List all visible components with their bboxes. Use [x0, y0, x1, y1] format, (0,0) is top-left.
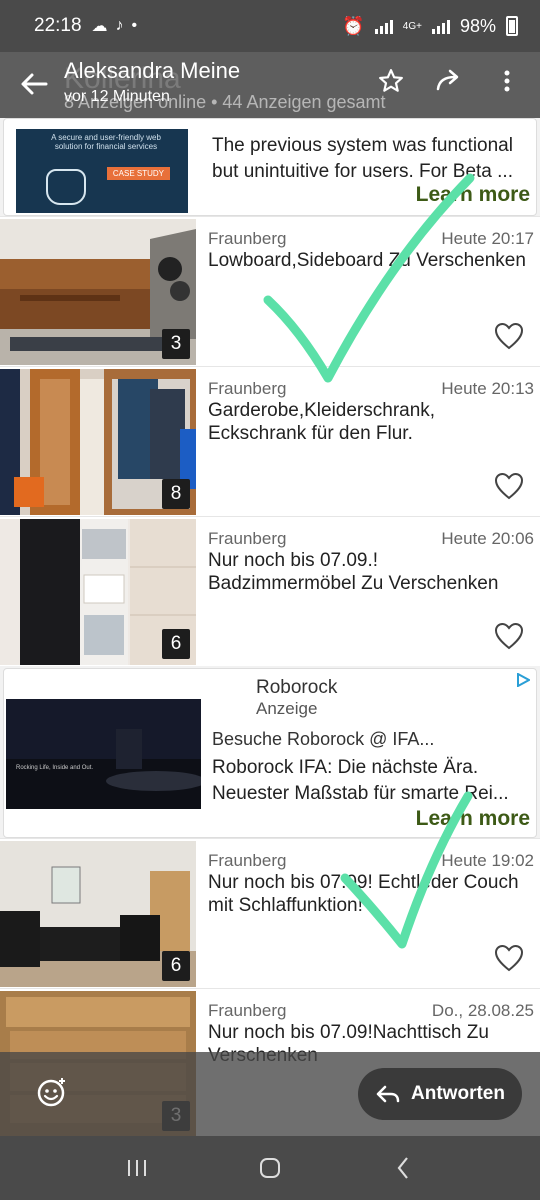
- learn-more-link[interactable]: Learn more: [416, 807, 530, 831]
- photo-count: 8: [162, 479, 190, 509]
- listing-feed[interactable]: A secure and user-friendly web solution …: [0, 118, 540, 1136]
- heart-icon[interactable]: [494, 944, 524, 972]
- listing-title: Nur noch bis 07.09! Echtleder Couch mit …: [208, 872, 519, 916]
- reply-button[interactable]: Antworten: [358, 1068, 522, 1120]
- reply-bar: Antworten: [0, 1052, 540, 1136]
- system-nav-bar: [0, 1136, 540, 1200]
- ad-image: A secure and user-friendly web solution …: [16, 129, 188, 213]
- heart-icon[interactable]: [494, 472, 524, 500]
- ad-image-tag: CASE STUDY: [106, 167, 170, 180]
- photo-count: 3: [162, 329, 190, 359]
- ad-text: The previous system was functional but u…: [212, 135, 513, 182]
- listing-location: Fraunberg: [208, 229, 287, 248]
- listing-photo: 6: [0, 519, 196, 665]
- heart-icon[interactable]: [494, 322, 524, 350]
- reply-arrow-icon: [376, 1085, 400, 1103]
- battery-percent: 98%: [459, 15, 496, 36]
- listing-item[interactable]: 8 Fraunberg Heute 20:13 Garderobe,Kleide…: [0, 366, 540, 516]
- dot-icon: •: [131, 17, 138, 34]
- learn-more-link[interactable]: Learn more: [416, 183, 530, 207]
- sponsored-ad-card[interactable]: Rocking Life, Inside and Out. Roborock A…: [3, 668, 537, 838]
- more-vert-icon[interactable]: [492, 66, 522, 96]
- heart-icon[interactable]: [494, 622, 524, 650]
- ad-image-text: Rocking Life, Inside and Out.: [16, 765, 93, 771]
- tiktok-icon: ♪: [115, 17, 124, 34]
- adchoices-icon[interactable]: [516, 673, 530, 687]
- listing-date: Heute 20:17: [441, 229, 534, 248]
- listing-item[interactable]: 3 Fraunberg Heute 20:17 Lowboard,Sideboa…: [0, 216, 540, 366]
- emoji-icon[interactable]: [36, 1076, 68, 1108]
- listing-date: Heute 19:02: [441, 851, 534, 870]
- battery-icon: [506, 16, 518, 36]
- listing-location: Fraunberg: [208, 851, 287, 870]
- photo-count: 6: [162, 629, 190, 659]
- cloud-icon: ☁: [91, 18, 108, 35]
- listing-photo: 6: [0, 841, 196, 987]
- clock: 22:18: [34, 15, 82, 36]
- recent-apps-icon[interactable]: [117, 1148, 157, 1188]
- listing-item[interactable]: 6 Fraunberg Heute 20:06 Nur noch bis 07.…: [0, 516, 540, 666]
- ad-image-title: A secure and user-friendly web solution …: [51, 133, 161, 151]
- reply-button-label: Antworten: [411, 1083, 505, 1104]
- ad-brand: Roborock: [256, 677, 338, 698]
- ad-headline: Besuche Roborock @ IFA...: [212, 729, 435, 749]
- listing-location: Fraunberg: [208, 379, 287, 398]
- ad-sponsored-label: Anzeige: [256, 699, 318, 718]
- photo-count: 6: [162, 951, 190, 981]
- money-bag-icon: [46, 169, 86, 205]
- ad-image: Rocking Life, Inside and Out.: [6, 699, 201, 809]
- page-subtitle: vor 12 Minuten: [64, 88, 170, 105]
- star-icon[interactable]: [376, 66, 406, 96]
- app-header: Kollerina 8 Anzeigen online • 44 Anzeige…: [0, 52, 540, 118]
- page-title: Aleksandra Meine: [64, 58, 241, 83]
- listing-title: Lowboard,Sideboard Zu Verschenken: [208, 250, 526, 271]
- listing-photo: 3: [0, 219, 196, 365]
- status-bar: 22:18 ☁ ♪ • ⏰ 4G+ 98%: [0, 0, 540, 52]
- network-type: 4G+: [402, 20, 422, 32]
- home-icon[interactable]: [250, 1148, 290, 1188]
- listing-photo: 8: [0, 369, 196, 515]
- cell-signal-icon: [431, 18, 450, 34]
- listing-date: Heute 20:13: [441, 379, 534, 398]
- listing-item[interactable]: 6 Fraunberg Heute 19:02 Nur noch bis 07.…: [0, 838, 540, 988]
- listing-location: Fraunberg: [208, 529, 287, 548]
- back-nav-icon[interactable]: [383, 1148, 423, 1188]
- back-arrow-icon[interactable]: [16, 66, 52, 102]
- listing-location: Fraunberg: [208, 1001, 287, 1020]
- listing-title: Nur noch bis 07.09.! Badzimmermöbel Zu V…: [208, 550, 499, 594]
- listing-date: Do., 28.08.25: [431, 1001, 534, 1020]
- listing-title: Garderobe,Kleiderschrank, Eckschrank für…: [208, 400, 436, 444]
- alarm-icon: ⏰: [342, 15, 365, 36]
- share-icon[interactable]: [434, 66, 464, 96]
- listing-date: Heute 20:06: [441, 529, 534, 548]
- sponsored-ad-card[interactable]: A secure and user-friendly web solution …: [3, 118, 537, 216]
- wifi-signal-icon: [374, 18, 393, 34]
- ad-body: Roborock IFA: Die nächste Ära. Neuester …: [212, 757, 509, 804]
